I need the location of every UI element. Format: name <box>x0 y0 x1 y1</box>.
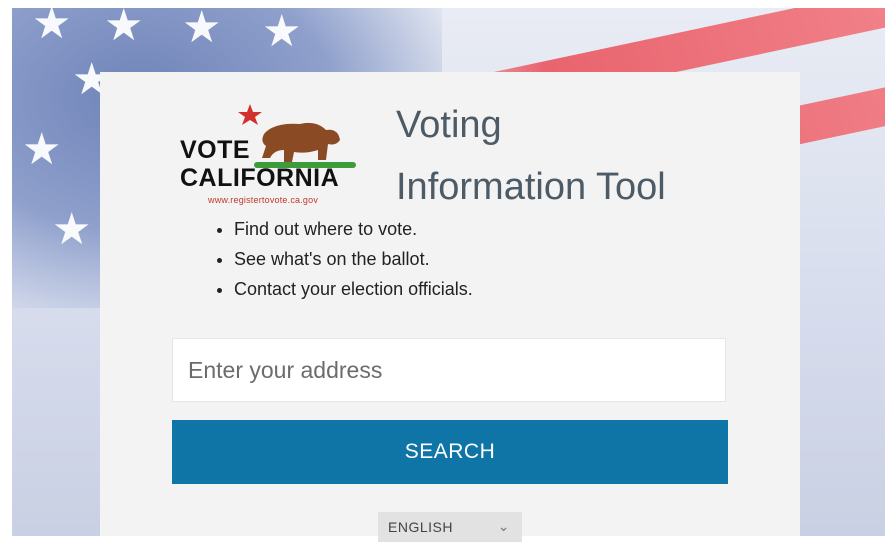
star-icon: ★ <box>182 8 222 52</box>
logo-vote-text: VOTE <box>180 136 251 164</box>
star-icon: ★ <box>32 8 72 48</box>
star-icon: ★ <box>262 8 302 56</box>
language-selected-value: ENGLISH <box>388 519 453 535</box>
title-line-1: Voting <box>396 104 502 146</box>
chevron-down-icon: ⌄ <box>497 518 510 534</box>
logo-california-text: CALIFORNIA <box>180 164 340 192</box>
star-icon: ★ <box>52 205 92 254</box>
list-item: See what's on the ballot. <box>234 244 473 274</box>
list-item: Contact your election officials. <box>234 274 473 304</box>
star-icon: ★ <box>104 8 144 50</box>
star-icon: ★ <box>22 125 62 174</box>
list-item: Find out where to vote. <box>234 214 473 244</box>
language-select[interactable]: ENGLISH ⌄ <box>378 512 522 542</box>
logo-url-text: www.registertovote.ca.gov <box>208 195 319 205</box>
search-button[interactable]: SEARCH <box>172 420 728 484</box>
feature-list: Find out where to vote. See what's on th… <box>208 214 473 304</box>
tool-card: VOTE CALIFORNIA www.registertovote.ca.go… <box>100 72 800 542</box>
address-input[interactable] <box>172 338 726 402</box>
vote-california-logo: VOTE CALIFORNIA www.registertovote.ca.go… <box>178 100 363 208</box>
title-line-2: Information Tool <box>396 166 666 208</box>
page-title: Voting Information Tool <box>396 94 776 218</box>
